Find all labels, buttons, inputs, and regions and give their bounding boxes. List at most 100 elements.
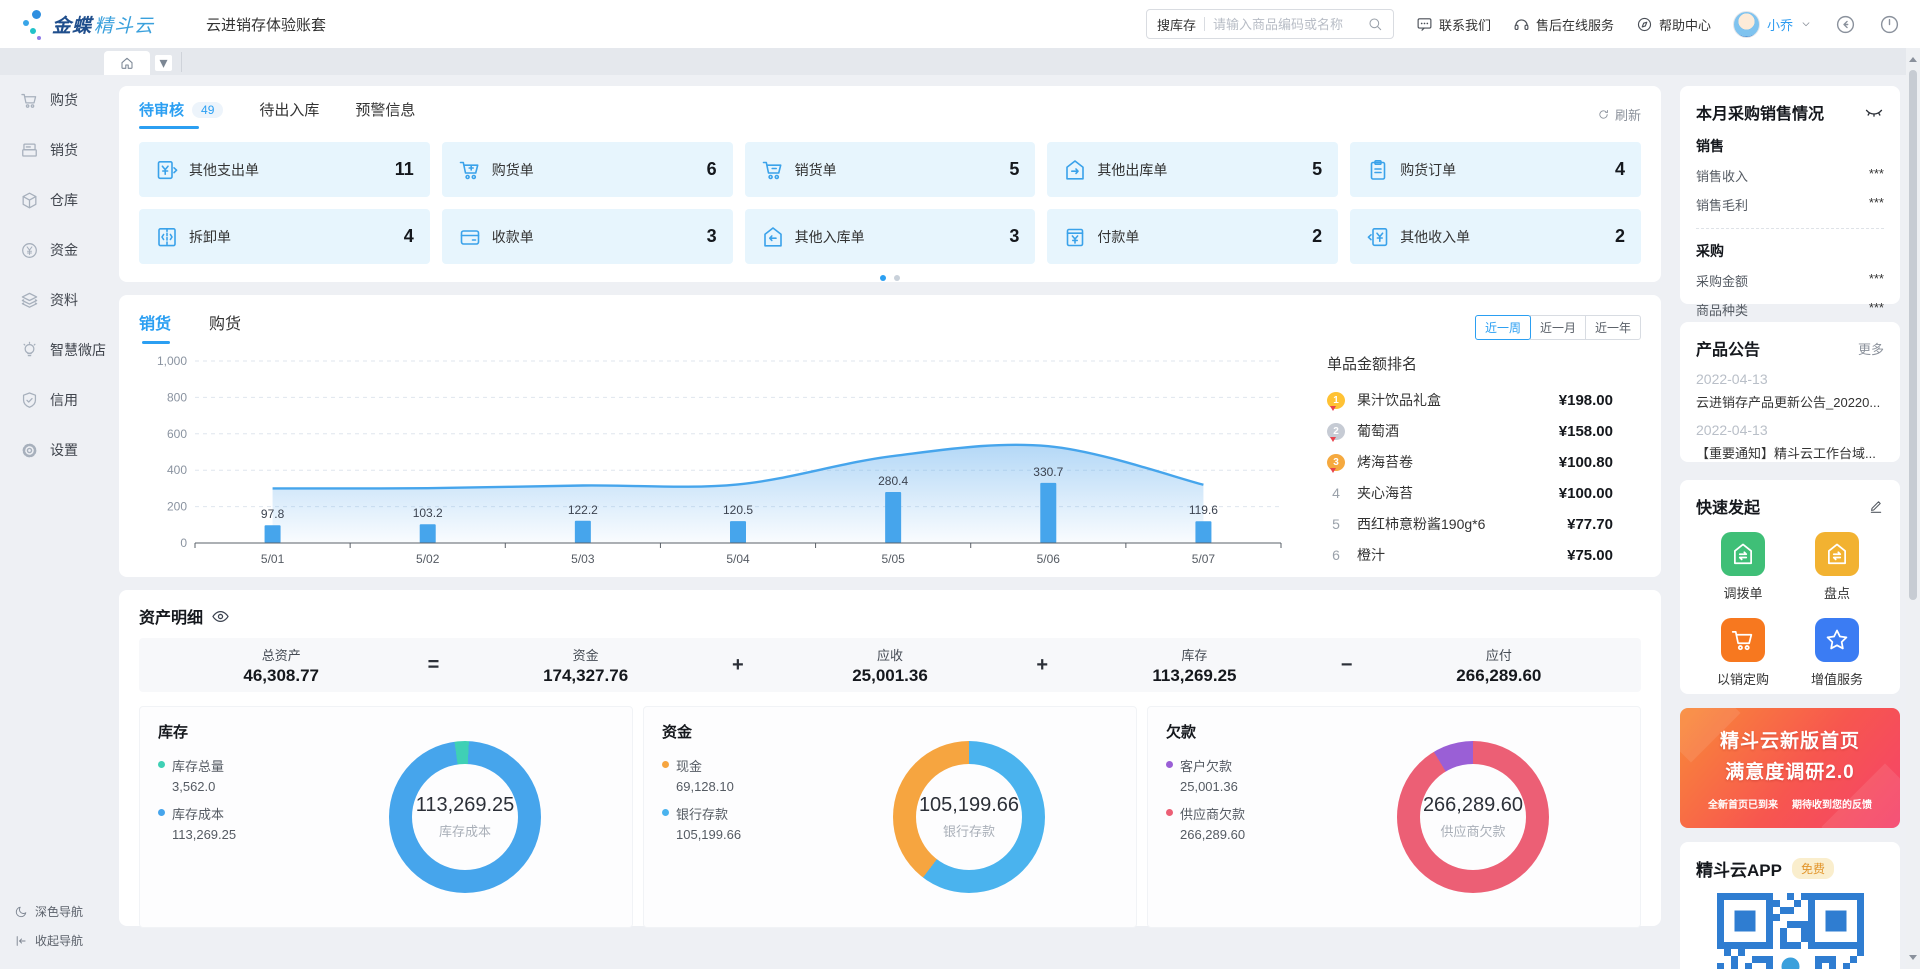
donut-card-资金: 资金现金69,128.10银行存款105,199.66105,199.66银行存… (643, 706, 1137, 928)
banner-sub1: 全新首页已到来 (1708, 796, 1778, 811)
home-icon (119, 55, 135, 71)
formula-operator: − (1337, 654, 1357, 677)
todo-card-其他支出单[interactable]: 其他支出单11 (139, 142, 430, 197)
pencil-icon (1868, 498, 1884, 514)
quick-title: 快速发起 (1696, 494, 1760, 518)
scrollbar-up-arrow[interactable] (1906, 52, 1920, 66)
home-tab[interactable] (104, 51, 150, 75)
pencil-edit-icon[interactable] (1868, 498, 1884, 514)
pager-dot-1[interactable] (880, 275, 886, 281)
logout-power-button[interactable] (1878, 13, 1900, 35)
donut-center-value: 105,199.66 (919, 794, 1019, 817)
todo-badge: 49 (192, 102, 223, 118)
sidebar-item-资料[interactable]: 资料 (0, 275, 110, 325)
trend-tab-销货[interactable]: 销货 (139, 310, 171, 344)
trend-tab-购货[interactable]: 购货 (209, 310, 241, 344)
svg-text:800: 800 (167, 390, 187, 404)
gear-icon (20, 441, 39, 460)
sidebar-item-资金[interactable]: 资金 (0, 225, 110, 275)
sidebar-toggle-收起导航[interactable]: 收起导航 (0, 926, 110, 955)
sidebar-toggle-深色导航[interactable]: 深色导航 (0, 897, 110, 926)
back-circle-button[interactable] (1834, 13, 1856, 35)
page-scrollbar[interactable] (1906, 48, 1920, 969)
announcement-text[interactable]: 云进销存产品更新公告_20220... (1696, 392, 1884, 411)
svg-text:103.2: 103.2 (413, 506, 443, 520)
inventory-search[interactable]: 搜库存 (1146, 9, 1394, 39)
todo-tab-待出入库[interactable]: 待出入库 (259, 99, 319, 129)
todo-card-其他收入单[interactable]: 其他收入单2 (1350, 209, 1641, 264)
header-links: 联系我们 售后在线服务 帮助中心 (1416, 15, 1711, 34)
header-link-帮助中心[interactable]: 帮助中心 (1636, 15, 1711, 34)
header-link-联系我们[interactable]: 联系我们 (1416, 15, 1491, 34)
moon-icon (14, 905, 28, 919)
scrollbar-thumb[interactable] (1909, 70, 1917, 600)
announcement-text[interactable]: 【重要通知】精斗云工作台域... (1696, 443, 1884, 462)
todo-card-付款单[interactable]: 付款单2 (1047, 209, 1338, 264)
refresh-button[interactable]: 刷新 (1597, 105, 1641, 124)
ranking-list: 1果汁饮品礼盒¥198.00 2葡萄酒¥158.00 3烤海苔卷¥100.80 4夹心… (1327, 390, 1613, 565)
search-icon[interactable] (1367, 16, 1383, 32)
pager-dot-2[interactable] (894, 275, 900, 281)
ranking-row-6[interactable]: 6橙汁¥75.00 (1327, 545, 1613, 565)
todo-tab-预警信息[interactable]: 预警信息 (355, 99, 415, 129)
search-input[interactable] (1213, 17, 1367, 32)
ranking-row-3[interactable]: 3烤海苔卷¥100.80 (1327, 452, 1613, 472)
todo-card-grid: 其他支出单11购货单6销货单5其他出库单5购货订单4 拆卸单4收款单3其他入库单3… (139, 142, 1641, 264)
assets-formula-bar: 总资产46,308.77=资金174,327.76+应收25,001.36+库存… (139, 638, 1641, 692)
todo-card-拆卸单[interactable]: 拆卸单4 (139, 209, 430, 264)
todo-count: 4 (404, 226, 414, 247)
dashed-divider (1696, 228, 1884, 229)
filter-近一周[interactable]: 近一周 (1475, 315, 1531, 340)
search-scope-label[interactable]: 搜库存 (1157, 15, 1196, 34)
ranking-row-4[interactable]: 4夹心海苔¥100.00 (1327, 483, 1613, 503)
house-out-icon (1063, 158, 1087, 182)
todo-card-收款单[interactable]: 收款单3 (442, 209, 733, 264)
eye-closed-icon[interactable] (1864, 102, 1884, 122)
filter-近一月[interactable]: 近一月 (1530, 315, 1586, 340)
product-amount: ¥100.00 (1559, 485, 1613, 502)
avatar[interactable] (1733, 11, 1760, 38)
scrollbar-down-arrow[interactable] (1906, 951, 1920, 965)
ranking-row-1[interactable]: 1果汁饮品礼盒¥198.00 (1327, 390, 1613, 410)
header-link-售后在线服务[interactable]: 售后在线服务 (1513, 15, 1614, 34)
todo-count: 3 (707, 226, 717, 247)
sidebar-item-销货[interactable]: 销货 (0, 125, 110, 175)
ranking-row-2[interactable]: 2葡萄酒¥158.00 (1327, 421, 1613, 441)
todo-card-销货单[interactable]: 销货单5 (745, 142, 1036, 197)
ranking-title: 单品金额排名 (1327, 353, 1613, 374)
product-name: 果汁饮品礼盒 (1357, 390, 1551, 410)
announcements-more-link[interactable]: 更多 (1858, 339, 1884, 358)
sidebar-item-设置[interactable]: 设置 (0, 425, 110, 475)
svg-text:120.5: 120.5 (723, 503, 753, 517)
brand-logo[interactable]: 金蝶 精斗云 (20, 0, 170, 48)
ranking-row-5[interactable]: 5西红柿意粉酱190g*6¥77.70 (1327, 514, 1613, 534)
monthly-heading-销售: 销售 (1696, 136, 1884, 156)
product-name: 葡萄酒 (1357, 421, 1551, 441)
sidebar-item-仓库[interactable]: 仓库 (0, 175, 110, 225)
sidebar-item-购货[interactable]: 购货 (0, 75, 110, 125)
quick-action-调拨单[interactable]: 调拨单 (1721, 532, 1765, 602)
sidebar-item-智慧微店[interactable]: 智慧微店 (0, 325, 110, 375)
cart-icon (20, 91, 39, 110)
todo-tab-待审核[interactable]: 待审核49 (139, 99, 223, 129)
donut-center-value: 113,269.25 (416, 794, 515, 817)
survey-banner[interactable]: 精斗云新版首页 满意度调研2.0 全新首页已到来 期待收到您的反馈 (1680, 708, 1900, 828)
todo-card-其他出库单[interactable]: 其他出库单5 (1047, 142, 1338, 197)
quick-action-增值服务[interactable]: 增值服务 (1811, 618, 1863, 688)
filter-近一年[interactable]: 近一年 (1585, 315, 1641, 340)
user-menu[interactable]: 小乔 (1733, 11, 1812, 38)
right-sidebar: 本月采购销售情况 销售销售收入***销售毛利***采购采购金额***商品种类**… (1680, 75, 1900, 969)
quick-action-盘点[interactable]: 盘点 (1815, 532, 1859, 602)
sidebar-item-信用[interactable]: 信用 (0, 375, 110, 425)
eye-icon[interactable] (211, 607, 230, 626)
layers-icon (20, 291, 39, 310)
quick-action-以销定购[interactable]: 以销定购 (1717, 618, 1769, 688)
svg-text:5/07: 5/07 (1192, 552, 1216, 566)
announcements-panel: 产品公告 更多 2022-04-13云进销存产品更新公告_20220...202… (1680, 322, 1900, 462)
todo-card-购货单[interactable]: 购货单6 (442, 142, 733, 197)
masked-value: *** (1869, 195, 1884, 214)
todo-card-其他入库单[interactable]: 其他入库单3 (745, 209, 1036, 264)
todo-card-购货订单[interactable]: 购货订单4 (1350, 142, 1641, 197)
svg-text:330.7: 330.7 (1033, 465, 1063, 479)
tab-dropdown-button[interactable]: ▾ (155, 55, 172, 71)
